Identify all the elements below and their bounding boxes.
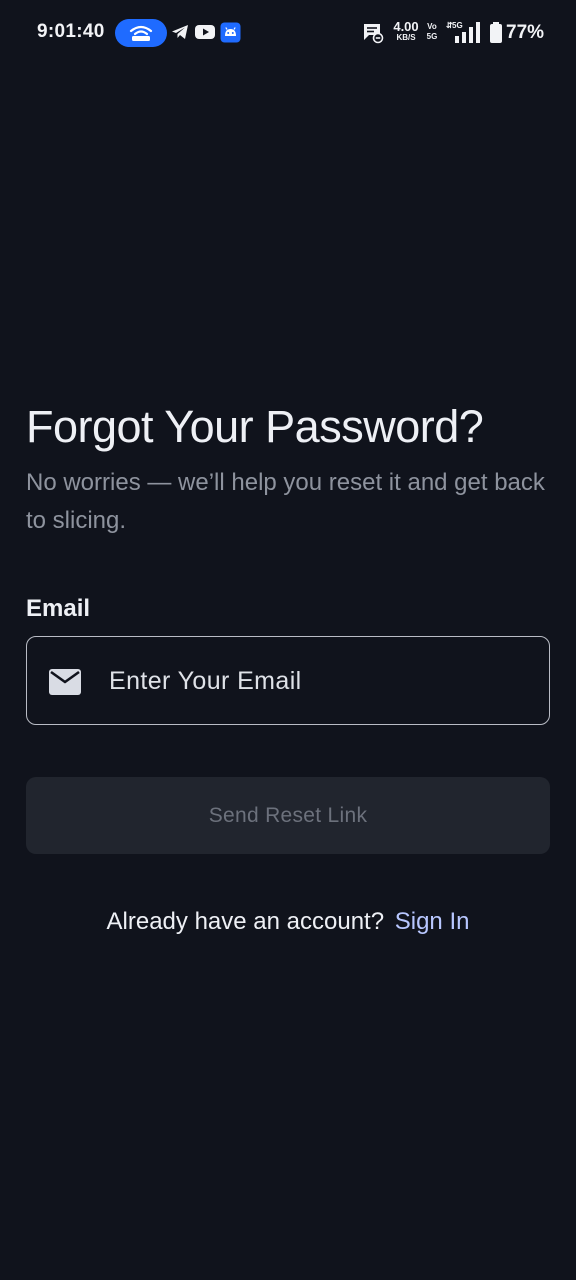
network-speed-unit: KB/S [396,33,416,42]
network-speed: 4.00 KB/S [389,20,423,42]
send-reset-link-button[interactable]: Send Reset Link [26,777,550,854]
network-type-label: 5G [452,21,463,30]
status-bar: 9:01:40 4.00 KB/S Vo 5G ⇵ 5G 77% [0,0,576,66]
volte-top: Vo [427,22,437,31]
email-label: Email [26,595,91,622]
signal-icon: ⇵ 5G [446,21,480,43]
battery-icon [490,22,502,43]
signin-row: Already have an account? Sign In [0,908,576,936]
signin-link[interactable]: Sign In [395,908,470,935]
signin-prompt: Already have an account? [106,908,385,935]
email-input[interactable] [109,661,529,701]
network-speed-value: 4.00 [393,19,419,34]
battery-percent: 77% [506,22,545,43]
volte-indicator: Vo 5G [426,22,438,42]
mail-icon [49,669,81,695]
message-icon [364,24,384,44]
email-field[interactable] [26,636,550,725]
page-subtitle: No worries — we’ll help you reset it and… [26,469,545,534]
status-time: 9:01:40 [37,21,105,42]
page-title: Forgot Your Password? [26,401,484,452]
forgot-password-screen: 9:01:40 4.00 KB/S Vo 5G ⇵ 5G 77% Forgot … [0,0,576,1280]
youtube-icon [195,25,215,39]
android-icon [220,22,241,43]
telegram-icon [172,25,188,39]
volte-bottom: 5G [426,32,438,41]
hotspot-indicator [115,19,167,47]
hotspot-icon [129,25,153,41]
